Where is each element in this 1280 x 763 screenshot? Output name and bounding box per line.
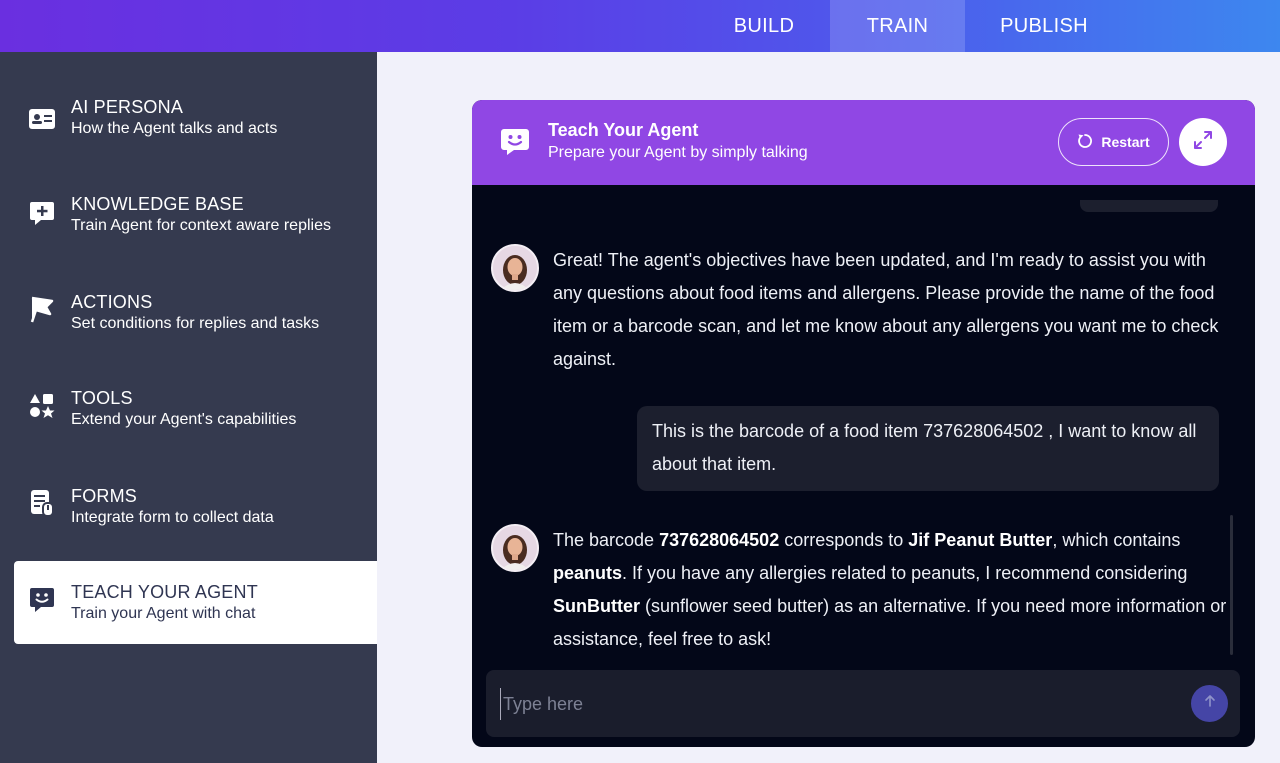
sidebar-item-subtitle: Train Agent for context aware replies [71, 217, 331, 234]
chat-plus-icon [28, 199, 56, 227]
sidebar-item-subtitle: Train your Agent with chat [71, 605, 256, 622]
sidebar: AI PERSONA How the Agent talks and acts … [0, 52, 377, 763]
sidebar-item-title: KNOWLEDGE BASE [71, 194, 244, 214]
previous-message-bubble [1080, 200, 1218, 212]
message-input[interactable] [500, 688, 1180, 720]
teach-agent-panel: Teach Your Agent Prepare your Agent by s… [472, 100, 1255, 747]
message-composer [486, 670, 1240, 737]
agent-message: Great! The agent's objectives have been … [553, 250, 1219, 369]
agent-avatar [491, 524, 539, 572]
sidebar-item-title: FORMS [71, 486, 137, 506]
restart-icon [1077, 133, 1093, 152]
sidebar-item-actions[interactable]: ACTIONS Set conditions for replies and t… [14, 291, 377, 375]
sidebar-item-title: TOOLS [71, 388, 133, 408]
tab-train[interactable]: TRAIN [830, 0, 965, 52]
chat-scrollbar[interactable] [1230, 515, 1233, 655]
sidebar-item-knowledge-base[interactable]: KNOWLEDGE BASE Train Agent for context a… [14, 193, 377, 277]
restart-label: Restart [1101, 134, 1150, 150]
sidebar-item-subtitle: Extend your Agent's capabilities [71, 411, 297, 428]
sidebar-item-tools[interactable]: TOOLS Extend your Agent's capabilities [14, 387, 377, 471]
sidebar-item-teach-your-agent[interactable]: TEACH YOUR AGENT Train your Agent with c… [14, 561, 377, 644]
sidebar-item-title: AI PERSONA [71, 97, 184, 117]
user-message: This is the barcode of a food item 73762… [637, 406, 1219, 491]
expand-button[interactable] [1179, 118, 1227, 166]
sidebar-item-forms[interactable]: FORMS Integrate form to collect data [14, 485, 377, 569]
form-icon [28, 489, 56, 517]
expand-icon [1193, 130, 1213, 155]
chat-smile-icon [28, 586, 56, 614]
id-card-icon [28, 105, 56, 133]
agent-avatar [491, 244, 539, 292]
chat-smile-icon [500, 128, 530, 156]
arrow-up-icon [1203, 694, 1217, 713]
agent-message: The barcode 737628064502 corresponds to … [553, 530, 1227, 649]
panel-header: Teach Your Agent Prepare your Agent by s… [472, 100, 1255, 185]
send-button[interactable] [1191, 685, 1228, 722]
panel-subtitle: Prepare your Agent by simply talking [548, 144, 808, 161]
sidebar-item-subtitle: Integrate form to collect data [71, 509, 274, 526]
tab-publish[interactable]: PUBLISH [965, 0, 1123, 52]
sidebar-item-subtitle: Set conditions for replies and tasks [71, 315, 320, 332]
top-nav-bar: BUILD TRAIN PUBLISH [0, 0, 1280, 52]
flag-icon [28, 295, 56, 323]
restart-button[interactable]: Restart [1058, 118, 1169, 166]
sidebar-item-ai-persona[interactable]: AI PERSONA How the Agent talks and acts [14, 96, 377, 180]
shapes-icon [28, 392, 56, 420]
tab-build[interactable]: BUILD [699, 0, 829, 52]
sidebar-item-title: TEACH YOUR AGENT [71, 582, 258, 602]
sidebar-item-title: ACTIONS [71, 292, 153, 312]
panel-title: Teach Your Agent [548, 120, 699, 140]
sidebar-item-subtitle: How the Agent talks and acts [71, 120, 278, 137]
